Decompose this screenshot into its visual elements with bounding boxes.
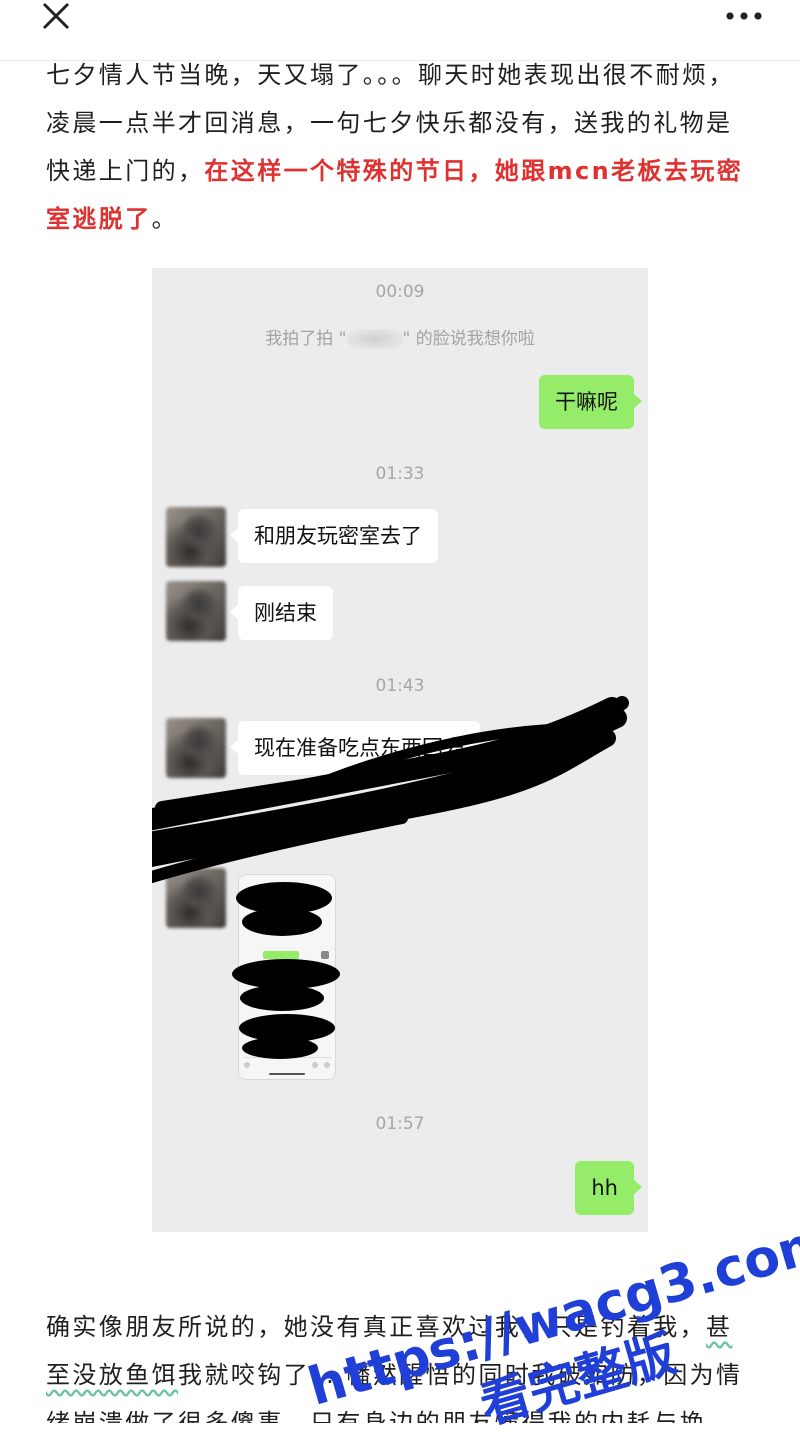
incoming-message: 和朋友玩密室去了 bbox=[230, 509, 438, 563]
incoming-message: 刚结束 bbox=[230, 586, 333, 640]
chat-timestamp: 00:09 bbox=[375, 282, 425, 302]
blurred-name bbox=[346, 329, 403, 349]
image-message bbox=[238, 874, 336, 1080]
pat-system-message: 我拍了拍 " " 的脸说我想你啦 bbox=[265, 329, 535, 349]
article-paragraph-1: 七夕情人节当晚，天又塌了。。。聊天时她表现出很不耐烦，凌晨一点半才回消息，一句七… bbox=[46, 51, 758, 243]
chat-timestamp: 01:33 bbox=[375, 464, 425, 484]
contact-avatar bbox=[166, 718, 226, 778]
outgoing-message: hh bbox=[575, 1161, 642, 1215]
more-options-button[interactable] bbox=[716, 2, 776, 34]
close-button[interactable] bbox=[28, 0, 84, 40]
close-icon bbox=[42, 2, 70, 30]
chat-timestamp: 01:57 bbox=[375, 1114, 425, 1134]
phone-screenshot-image bbox=[239, 875, 335, 1079]
article-paragraph-2: 确实像朋友所说的，她没有真正喜欢过我，只是钓着我，甚至没放鱼饵我就咬钩了… 幡然… bbox=[46, 1313, 743, 1423]
contact-avatar bbox=[166, 507, 226, 567]
outgoing-message: 干嘛呢 bbox=[539, 375, 642, 429]
incoming-message: 现在准备吃点东西回去 bbox=[230, 721, 480, 775]
chat-screenshot: 00:09 我拍了拍 " " 的脸说我想你啦 干嘛呢 01:33 和朋友玩密室去了… bbox=[152, 268, 648, 1232]
more-icon bbox=[726, 12, 762, 20]
contact-avatar bbox=[166, 581, 226, 641]
paragraph-end: 。 bbox=[151, 205, 179, 233]
chat-timestamp: 01:43 bbox=[375, 676, 425, 696]
contact-avatar bbox=[166, 868, 226, 928]
